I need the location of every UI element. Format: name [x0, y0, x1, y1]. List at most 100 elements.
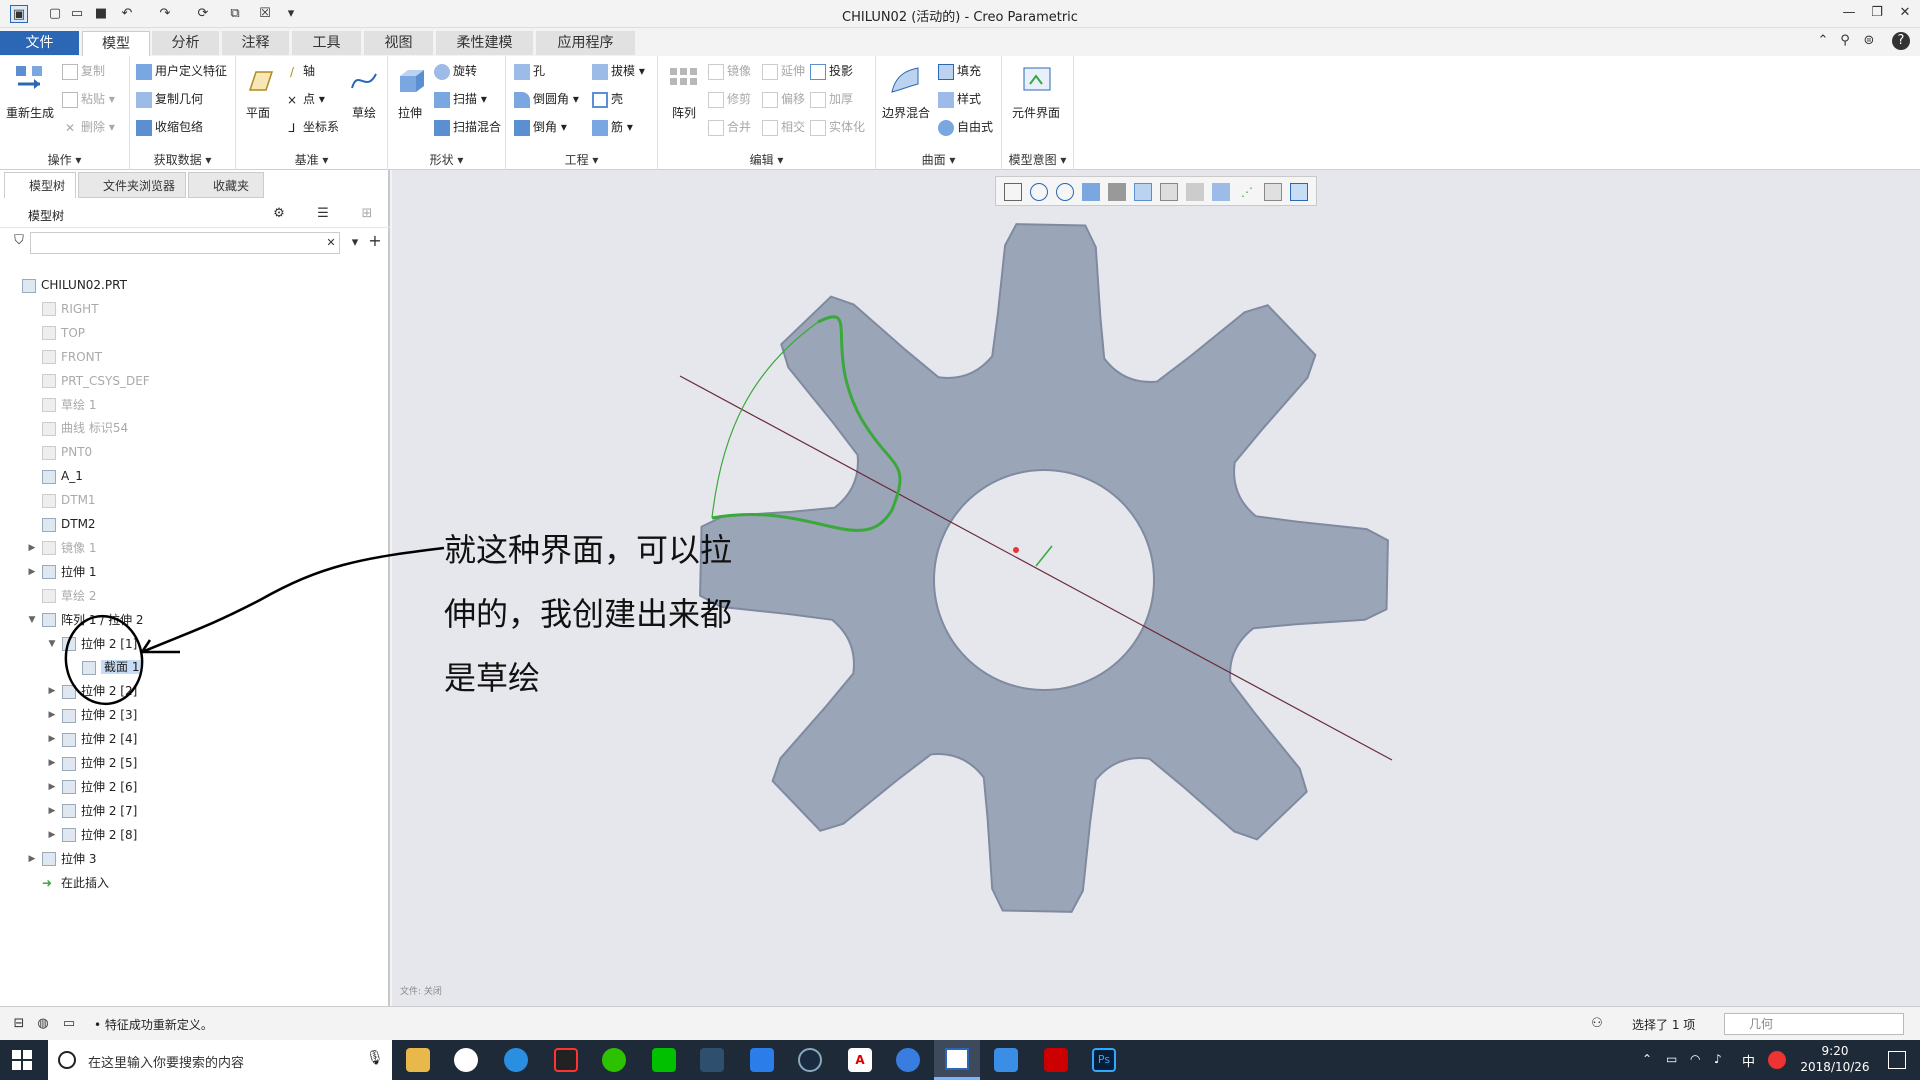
photoshop-icon[interactable]: Ps — [1092, 1048, 1116, 1072]
autocad-icon[interactable]: A — [848, 1048, 872, 1072]
tree-item[interactable]: 拉伸 2 [6] — [62, 776, 137, 798]
group-label-surfaces[interactable]: 曲面 ▾ — [876, 151, 1001, 168]
bird-app-icon[interactable] — [994, 1048, 1018, 1072]
tree-toggle-icon[interactable]: ⊟ — [10, 1015, 28, 1033]
close-button[interactable]: ✕ — [1892, 3, 1918, 23]
tree-expand-toggle[interactable]: ▶ — [46, 685, 58, 697]
solidworks-icon[interactable] — [1044, 1048, 1068, 1072]
tree-expand-toggle[interactable]: ▶ — [26, 853, 38, 865]
new-file-icon[interactable]: ▢ — [46, 5, 64, 23]
tree-expand-toggle[interactable]: ▶ — [26, 542, 38, 554]
sogou-ime-icon[interactable] — [1768, 1051, 1786, 1069]
tree-item[interactable]: FRONT — [42, 346, 102, 368]
tree-expand-toggle[interactable]: ▶ — [26, 566, 38, 578]
tree-item[interactable]: 拉伸 2 [8] — [62, 824, 137, 846]
copy-button[interactable]: 复制 — [62, 60, 105, 82]
tree-item[interactable]: 草绘 1 — [42, 394, 96, 416]
hole-button[interactable]: 孔 — [514, 60, 545, 82]
help-icon[interactable]: ? — [1892, 32, 1910, 50]
offset-button[interactable]: 偏移 — [762, 88, 805, 110]
tree-filter-options-icon[interactable]: ⊞ — [358, 205, 376, 223]
tree-item[interactable]: DTM1 — [42, 489, 96, 511]
tree-item[interactable]: PNT0 — [42, 441, 92, 463]
regenerate-small-icon[interactable]: ⟳ — [194, 5, 212, 23]
tree-item[interactable]: 截面 1 — [82, 656, 143, 678]
extrude-button[interactable]: 拉伸 — [398, 104, 422, 121]
trim-button[interactable]: 修剪 — [708, 88, 751, 110]
tree-item[interactable]: 曲线 标识54 — [42, 417, 128, 439]
clear-search-icon[interactable]: ✕ — [322, 234, 340, 252]
find-icon[interactable]: ⚇ — [1588, 1015, 1606, 1033]
sogou-icon[interactable] — [504, 1048, 528, 1072]
project-button[interactable]: 投影 — [810, 60, 853, 82]
wifi-icon[interactable]: ◠ — [1690, 1052, 1700, 1066]
undo-icon[interactable]: ↶ — [118, 5, 136, 23]
mirror-button[interactable]: 镜像 — [708, 60, 751, 82]
sketch-button[interactable]: 草绘 — [352, 104, 376, 121]
swept-blend-button[interactable]: 扫描混合 — [434, 116, 501, 138]
tab-tools[interactable]: 工具 — [292, 31, 362, 55]
tab-model[interactable]: 模型 — [82, 31, 150, 57]
shrinkwrap-button[interactable]: 收缩包络 — [136, 116, 203, 138]
close-window-small-icon[interactable]: ☒ — [256, 5, 274, 23]
qq-icon[interactable] — [554, 1048, 578, 1072]
selection-count[interactable]: 选择了 1 项 — [1632, 1016, 1695, 1033]
solidify-button[interactable]: 实体化 — [810, 116, 865, 138]
pattern-button[interactable]: 阵列 — [672, 104, 696, 121]
freestyle-button[interactable]: 自由式 — [938, 116, 993, 138]
windows-start-icon[interactable] — [12, 1050, 32, 1070]
intersect-button[interactable]: 相交 — [762, 116, 805, 138]
tree-item[interactable]: 拉伸 2 [5] — [62, 752, 137, 774]
group-label-shapes[interactable]: 形状 ▾ — [388, 151, 505, 168]
delete-button[interactable]: ✕ 删除 ▾ — [62, 116, 115, 138]
paste-button[interactable]: 粘贴 ▾ — [62, 88, 115, 110]
axis-button[interactable]: / 轴 — [284, 60, 315, 82]
csys-button[interactable]: ⅃ 坐标系 — [284, 116, 339, 138]
group-label-model-intent[interactable]: 模型意图 ▾ — [1002, 151, 1073, 168]
rib-button[interactable]: 筋 ▾ — [592, 116, 633, 138]
volume-icon[interactable]: ♪ — [1714, 1052, 1722, 1066]
group-label-editing[interactable]: 编辑 ▾ — [658, 151, 875, 168]
tree-expand-toggle[interactable]: ▼ — [46, 638, 58, 650]
restore-button[interactable]: ❐ — [1864, 3, 1890, 23]
notification-icon[interactable] — [1888, 1051, 1906, 1069]
boundary-blend-button[interactable]: 边界混合 — [882, 104, 930, 121]
tab-folder-browser[interactable]: 文件夹浏览器 — [78, 172, 186, 198]
creo-active-window[interactable] — [934, 1040, 980, 1080]
tree-item[interactable]: 拉伸 2 [3] — [62, 704, 137, 726]
tree-expand-toggle[interactable]: ▶ — [46, 757, 58, 769]
tree-expand-toggle[interactable]: ▶ — [46, 805, 58, 817]
file-explorer-icon[interactable] — [406, 1048, 430, 1072]
tab-annotate[interactable]: 注释 — [222, 31, 290, 55]
redo-icon[interactable]: ↷ — [156, 5, 174, 23]
minimize-button[interactable]: — — [1836, 3, 1862, 23]
point-button[interactable]: × 点 ▾ — [284, 88, 325, 110]
plane-button[interactable]: 平面 — [246, 104, 270, 121]
chamfer-button[interactable]: 倒角 ▾ — [514, 116, 567, 138]
search-icon[interactable]: ⚲ — [1836, 32, 1854, 50]
draft-button[interactable]: 拔模 ▾ — [592, 60, 645, 82]
tab-applications[interactable]: 应用程序 — [536, 31, 636, 55]
regenerate-button[interactable]: 重新生成 — [6, 104, 54, 121]
tree-item[interactable]: RIGHT — [42, 298, 99, 320]
tab-model-tree[interactable]: 模型树 — [4, 172, 76, 198]
vscode-icon[interactable] — [700, 1048, 724, 1072]
tray-chevron-icon[interactable]: ⌃ — [1642, 1052, 1652, 1066]
iqiyi-icon[interactable] — [652, 1048, 676, 1072]
round-button[interactable]: 倒圆角 ▾ — [514, 88, 579, 110]
style-button[interactable]: 样式 — [938, 88, 981, 110]
tree-item[interactable]: 草绘 2 — [42, 585, 96, 607]
selection-filter-dropdown[interactable]: 几何 — [1724, 1013, 1904, 1035]
collapse-ribbon-icon[interactable]: ⌃ — [1814, 32, 1832, 50]
community-icon[interactable]: ⊜ — [1860, 32, 1878, 50]
revolve-button[interactable]: 旋转 — [434, 60, 477, 82]
microphone-icon[interactable]: 🎙 — [366, 1050, 384, 1066]
creo-icon[interactable] — [798, 1048, 822, 1072]
tree-settings-icon[interactable]: ⚙ — [270, 205, 288, 223]
customize-dropdown-icon[interactable]: ▾ — [282, 5, 300, 23]
tree-item[interactable]: DTM2 — [42, 513, 96, 535]
windows-icon[interactable]: ⧉ — [226, 5, 244, 23]
udf-button[interactable]: 用户定义特征 — [136, 60, 227, 82]
group-label-get-data[interactable]: 获取数据 ▾ — [130, 151, 235, 168]
tab-file[interactable]: 文件 — [0, 31, 80, 55]
